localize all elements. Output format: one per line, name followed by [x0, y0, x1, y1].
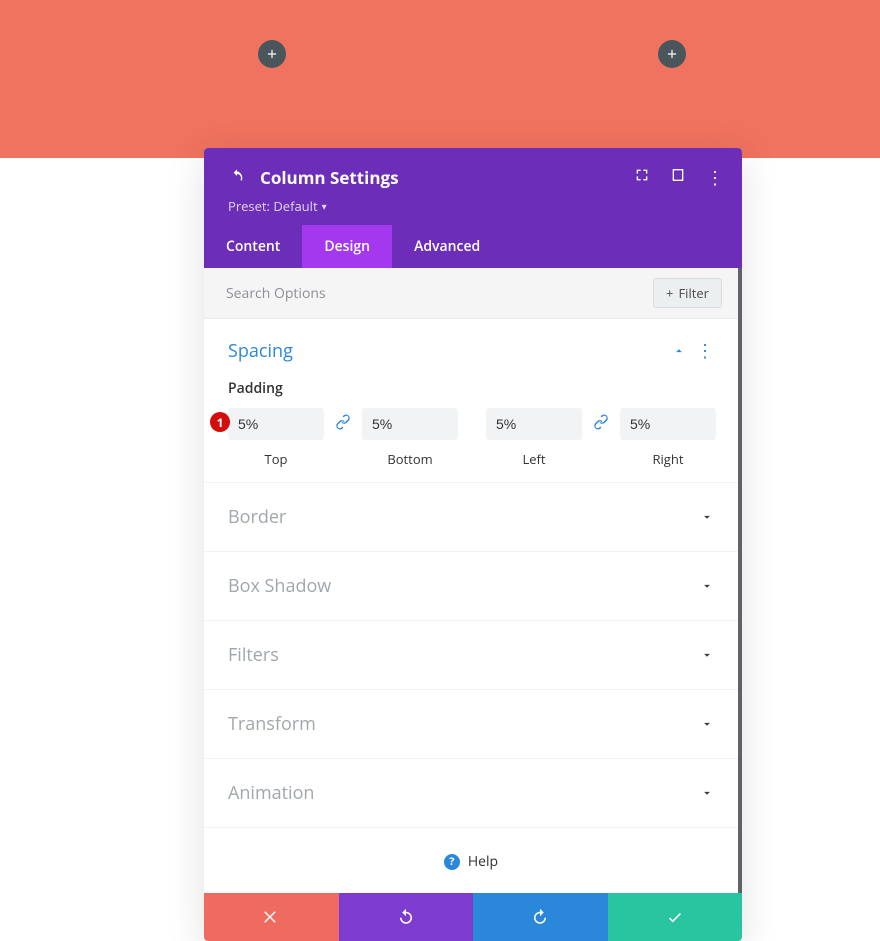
section-border-title: Border: [228, 505, 286, 529]
link-icon: [334, 413, 352, 431]
section-transform-title: Transform: [228, 712, 316, 736]
modal-title: Column Settings: [260, 166, 399, 189]
plus-icon: [265, 47, 279, 61]
padding-top-label: Top: [228, 450, 324, 468]
responsive-button[interactable]: [670, 166, 686, 188]
link-left-right-button[interactable]: [592, 413, 610, 436]
section-spacing-header[interactable]: Spacing ⋮: [228, 339, 714, 363]
section-border[interactable]: Border: [204, 483, 738, 552]
expand-icon: [634, 167, 650, 183]
tab-content[interactable]: Content: [204, 225, 302, 268]
search-options-row: Search Options + Filter: [204, 268, 738, 319]
column-settings-modal: Column Settings ⋮ Preset: Default ▾ Cont…: [204, 148, 742, 941]
section-filters[interactable]: Filters: [204, 621, 738, 690]
section-spacing-title: Spacing: [228, 339, 293, 363]
chevron-up-icon: [672, 344, 686, 358]
redo-icon: [531, 908, 549, 926]
padding-left-input[interactable]: [486, 408, 582, 440]
section-more-icon[interactable]: ⋮: [696, 339, 714, 363]
modal-footer: [204, 893, 742, 941]
help-row[interactable]: ? Help: [204, 828, 738, 893]
caret-down-icon: ▾: [322, 199, 327, 213]
section-spacing: Spacing ⋮ Padding 1: [204, 319, 738, 483]
link-top-bottom-button[interactable]: [334, 413, 352, 436]
modal-body: Search Options + Filter Spacing ⋮ Paddin…: [204, 268, 742, 893]
link-icon: [592, 413, 610, 431]
confirm-button[interactable]: [608, 893, 743, 941]
more-options-button[interactable]: ⋮: [706, 169, 722, 185]
filter-label: Filter: [678, 284, 709, 302]
expand-button[interactable]: [634, 166, 650, 188]
preset-label: Preset: Default: [228, 197, 318, 215]
padding-right-input[interactable]: [620, 408, 716, 440]
help-label: Help: [468, 852, 498, 871]
chevron-down-icon: [700, 786, 714, 800]
tab-advanced[interactable]: Advanced: [392, 225, 502, 268]
page-hero-background: [0, 0, 880, 158]
filter-button[interactable]: + Filter: [653, 278, 722, 308]
chevron-down-icon: [700, 510, 714, 524]
chevron-down-icon: [700, 579, 714, 593]
cancel-button[interactable]: [204, 893, 339, 941]
padding-top-input[interactable]: [228, 408, 324, 440]
section-box-shadow-title: Box Shadow: [228, 574, 331, 598]
back-button[interactable]: [228, 167, 246, 189]
padding-label: Padding: [228, 379, 714, 398]
chevron-down-icon: [700, 648, 714, 662]
close-icon: [262, 908, 280, 926]
redo-button[interactable]: [473, 893, 608, 941]
tabs-bar: Content Design Advanced: [204, 225, 742, 268]
preset-selector[interactable]: Preset: Default ▾: [228, 197, 722, 215]
tablet-icon: [670, 167, 686, 183]
undo-icon: [397, 908, 415, 926]
section-animation[interactable]: Animation: [204, 759, 738, 828]
padding-bottom-input[interactable]: [362, 408, 458, 440]
help-icon: ?: [444, 854, 460, 870]
section-transform[interactable]: Transform: [204, 690, 738, 759]
section-animation-title: Animation: [228, 781, 314, 805]
padding-right-label: Right: [620, 450, 716, 468]
search-input[interactable]: Search Options: [226, 284, 326, 303]
tab-design[interactable]: Design: [302, 225, 392, 268]
undo-button[interactable]: [339, 893, 474, 941]
chevron-down-icon: [700, 717, 714, 731]
check-icon: [666, 908, 684, 926]
modal-header: Column Settings ⋮ Preset: Default ▾: [204, 148, 742, 225]
plus-icon: [665, 47, 679, 61]
add-section-button-left[interactable]: [258, 40, 286, 68]
plus-small-icon: +: [666, 284, 673, 302]
section-filters-title: Filters: [228, 643, 279, 667]
add-section-button-right[interactable]: [658, 40, 686, 68]
annotation-marker-1: 1: [210, 412, 230, 432]
section-box-shadow[interactable]: Box Shadow: [204, 552, 738, 621]
undo-arrow-icon: [228, 168, 246, 184]
padding-bottom-label: Bottom: [362, 450, 458, 468]
padding-left-label: Left: [486, 450, 582, 468]
